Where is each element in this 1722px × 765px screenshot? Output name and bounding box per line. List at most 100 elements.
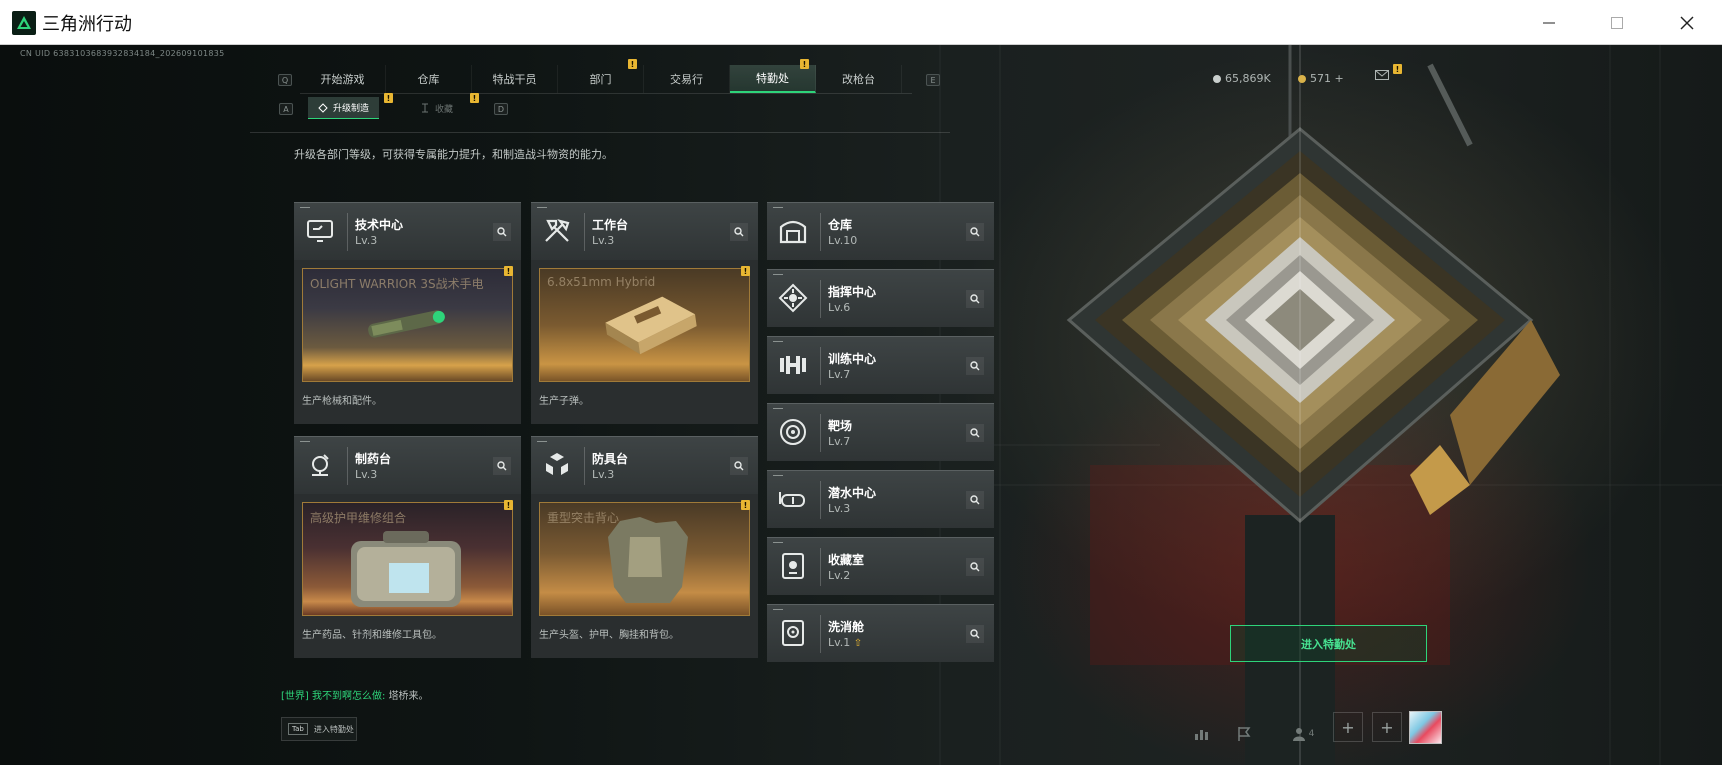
search-icon[interactable] [966,223,984,241]
facility-card-0[interactable]: 技术中心 Lv.3 [294,202,521,260]
facility-side-card-5[interactable]: 收藏室 Lv.2 [767,537,994,595]
card-separator [820,280,821,318]
nav-next-key[interactable]: E [926,74,940,86]
nav-tab-3[interactable]: 部门! [558,59,644,93]
search-icon[interactable] [966,558,984,576]
collection-room-icon [775,548,811,584]
mail-badge: ! [1393,64,1402,74]
player-avatar[interactable] [1409,711,1442,744]
minimize-button[interactable] [1514,0,1584,45]
add-slot-button-2[interactable]: + [1372,712,1402,742]
nav-tab-6[interactable]: 改枪台 [816,65,902,93]
search-icon[interactable] [493,223,511,241]
training-center-icon [775,347,811,383]
facility-side-card-1[interactable]: 指挥中心 Lv.6 [767,269,994,327]
top-nav: 开始游戏 仓库 特战干员 部门! 交易行 特勤处! 改枪台 [300,59,902,93]
ticket-balance[interactable]: 571 + [1298,72,1344,85]
facility-side-card-0[interactable]: 仓库 Lv.10 [767,202,994,260]
search-icon[interactable] [730,223,748,241]
facility-side-card-3[interactable]: 靶场 Lv.7 [767,403,994,461]
subnav-prev-key[interactable]: A [279,103,293,115]
facility-side-card-4[interactable]: 潜水中心 Lv.3 [767,470,994,528]
production-panel-0[interactable]: OLIGHT WARRIOR 3S战术手电! 生产枪械和配件。 [294,260,521,424]
facility-level: Lv.7 [828,435,851,448]
nav-tab-label: 交易行 [670,73,703,86]
card-separator [584,447,585,485]
card-tick [300,441,310,442]
facility-name: 指挥中心 [828,285,877,299]
subnav-next-key[interactable]: D [494,103,508,115]
chat-line[interactable]: [世界] 我不到啊怎么做: 塔桥来。 [281,687,429,702]
nav-tab-5[interactable]: 特勤处! [730,59,816,93]
chat-channel: [世界] [281,691,309,702]
facility-card-2[interactable]: 制药台 Lv.3 [294,436,521,494]
chat-sender: 我不到啊怎么做: [312,691,386,702]
facility-level: Lv.3 [355,234,378,247]
facility-side-card-6[interactable]: 洗消舱 Lv.1 ⇧ [767,604,994,662]
search-icon[interactable] [493,457,511,475]
content-divider [250,132,950,133]
subtab-upgrade-label: 升级制造 [333,104,370,114]
add-slot-button-1[interactable]: + [1333,712,1363,742]
card-separator [820,414,821,452]
friends-button[interactable]: 4 [1283,722,1323,746]
search-icon[interactable] [730,457,748,475]
subtab-upgrade[interactable]: 升级制造 ! [308,93,393,119]
nav-prev-key[interactable]: Q [278,74,292,86]
card-tick [773,609,783,610]
card-tick [773,274,783,275]
facility-card-3[interactable]: 防具台 Lv.3 [531,436,758,494]
product-image: 高级护甲维修组合 [302,502,513,616]
card-tick [300,207,310,208]
facility-level: Lv.3 [355,468,378,481]
tab-hint-label: 进入特勤处 [313,724,354,734]
nav-tab-label: 开始游戏 [320,73,365,86]
facility-name: 洗消舱 [828,620,865,634]
card-tick [773,408,783,409]
nav-tab-4[interactable]: 交易行 [644,65,730,93]
facility-name: 收藏室 [828,553,865,567]
search-icon[interactable] [966,290,984,308]
production-panel-2[interactable]: 高级护甲维修组合! 生产药品、针剂和维修工具包。 [294,494,521,658]
friends-icon [1292,728,1305,741]
search-icon[interactable] [966,424,984,442]
production-panel-3[interactable]: 重型突击背心! 生产头盔、护甲、胸挂和背包。 [531,494,758,658]
production-description: 生产枪械和配件。 [302,396,382,407]
facility-card-1[interactable]: 工作台 Lv.3 [531,202,758,260]
nav-tab-label: 特战干员 [492,73,537,86]
search-icon[interactable] [966,357,984,375]
app-logo-icon [12,11,36,35]
nav-tab-label: 仓库 [417,73,440,86]
workbench-icon [539,213,575,249]
facility-name: 工作台 [592,218,629,232]
tab-shortcut-hint[interactable]: Tab 进入特勤处 [281,717,357,741]
nav-tab-1[interactable]: 仓库 [386,65,472,93]
user-id: CN UID 6383103683932834184_202609101835 [20,49,225,58]
search-icon[interactable] [966,491,984,509]
search-icon[interactable] [966,625,984,643]
maximize-button[interactable] [1582,0,1652,45]
nav-tab-badge: ! [628,59,637,69]
hafcoin-balance[interactable]: 65,869K [1213,72,1271,85]
facility-name: 技术中心 [355,218,404,232]
upgrade-available-icon: ⇧ [853,638,863,649]
subtab-collection[interactable]: 收藏 ! [410,93,479,119]
enter-special-ops-button[interactable]: 进入特勤处 [1230,625,1427,662]
close-button[interactable] [1652,0,1722,45]
mail-button[interactable]: ! [1375,64,1402,80]
facility-side-card-2[interactable]: 训练中心 Lv.7 [767,336,994,394]
chat-message: 塔桥来。 [388,691,429,702]
flag-icon[interactable] [1232,722,1256,746]
production-panel-1[interactable]: 6.8x51mm Hybrid! 生产子弹。 [531,260,758,424]
production-description: 生产子弹。 [539,396,589,407]
ticket-amount: 571 + [1310,72,1344,85]
product-image: 6.8x51mm Hybrid [539,268,750,382]
hafcoin-icon [1213,74,1221,83]
stats-icon[interactable] [1190,722,1214,746]
nav-tab-2[interactable]: 特战干员 [472,65,558,93]
facility-level: Lv.3 [592,468,615,481]
armor-bench-icon [539,447,575,483]
nav-tab-0[interactable]: 开始游戏 [300,65,386,93]
window-titlebar: 三角洲行动 [0,0,1722,45]
card-separator [347,213,348,251]
